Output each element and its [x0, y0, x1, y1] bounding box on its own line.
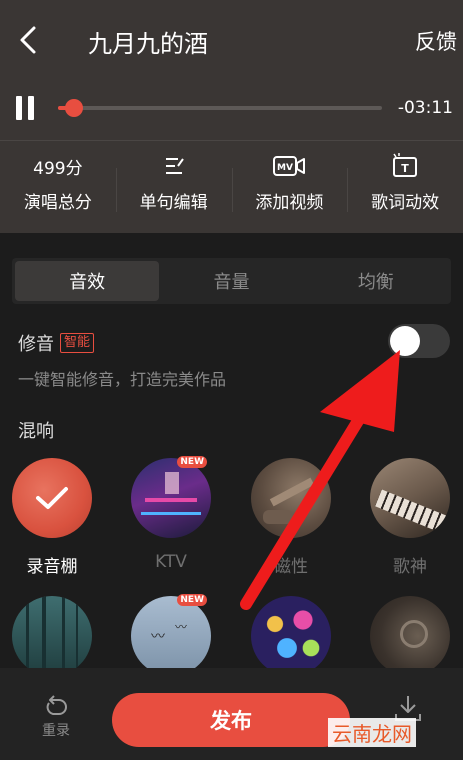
- progress-knob[interactable]: [65, 99, 84, 117]
- reverb-vinyl[interactable]: [370, 596, 450, 676]
- reverb-section-title: 混响: [18, 421, 54, 442]
- pitch-correction-row: 修音 智能: [18, 330, 95, 356]
- tool-score[interactable]: 499分 演唱总分: [0, 150, 116, 230]
- reverb-birds[interactable]: NEW 〰 〰: [131, 594, 211, 676]
- divider: [0, 140, 463, 141]
- mv-camera-icon: MV: [273, 156, 306, 176]
- watermark: 云南龙网: [328, 718, 416, 747]
- reverb-ktv[interactable]: NEW KTV: [131, 456, 211, 572]
- publish-button[interactable]: 发布: [112, 693, 350, 747]
- pitch-correction-label: 修音: [18, 334, 54, 355]
- reverb-magnetic[interactable]: 磁性: [251, 458, 331, 577]
- svg-text:T: T: [401, 162, 409, 175]
- new-badge: NEW: [177, 594, 207, 606]
- pitch-correction-description: 一键智能修音，打造完美作品: [18, 370, 227, 389]
- reverb-name: 录音棚: [26, 557, 78, 577]
- reverb-forest[interactable]: [12, 596, 92, 676]
- reverb-song-god[interactable]: 歌神: [370, 458, 450, 577]
- playback-bar: -03:11: [0, 88, 463, 128]
- song-title: 九月九的酒: [88, 30, 208, 58]
- reverb-name: 歌神: [393, 557, 427, 577]
- svg-text:MV: MV: [277, 163, 293, 173]
- reverb-thumbnail: [12, 458, 92, 538]
- reverb-thumbnail: 〰 〰: [131, 596, 211, 676]
- time-remaining: -03:11: [397, 98, 453, 118]
- reverb-bokeh[interactable]: [251, 596, 331, 676]
- reverb-thumbnail: [251, 458, 331, 538]
- tool-lyrics-effect-label: 歌词动效: [371, 193, 440, 213]
- tool-add-video[interactable]: MV 添加视频: [231, 150, 348, 230]
- reverb-thumbnail: [131, 458, 211, 538]
- tool-line-edit[interactable]: 单句编辑: [115, 150, 232, 230]
- new-badge: NEW: [177, 456, 207, 468]
- tab-volume[interactable]: 音量: [159, 261, 303, 301]
- check-icon: [36, 487, 68, 509]
- tool-line-edit-label: 单句编辑: [139, 193, 208, 213]
- reverb-thumbnail: [12, 596, 92, 676]
- tool-row: 499分 演唱总分 单句编辑 MV 添加视频 T 歌词动效: [0, 150, 463, 230]
- tab-sound-effect[interactable]: 音效: [15, 261, 160, 301]
- redo-icon: [46, 695, 67, 715]
- tool-lyrics-effect[interactable]: T 歌词动效: [347, 150, 463, 230]
- reverb-thumbnail: [370, 596, 450, 676]
- smart-badge: 智能: [60, 333, 95, 353]
- toggle-knob: [390, 326, 420, 356]
- feedback-button[interactable]: 反馈: [415, 26, 457, 56]
- reverb-thumbnail: [370, 458, 450, 538]
- score-value: 499分: [33, 158, 83, 179]
- reverb-studio[interactable]: 录音棚: [12, 458, 92, 577]
- progress-track[interactable]: [58, 99, 382, 117]
- pause-icon[interactable]: [14, 96, 38, 122]
- effect-tabs: 音效 音量 均衡: [12, 258, 451, 304]
- redo-record-button[interactable]: 重录: [24, 694, 88, 740]
- lyrics-effect-icon: T: [393, 153, 418, 177]
- reverb-name: 磁性: [274, 557, 308, 577]
- tool-score-label: 演唱总分: [23, 193, 92, 213]
- edit-lines-icon: [165, 158, 184, 174]
- tool-add-video-label: 添加视频: [255, 193, 324, 213]
- redo-label: 重录: [42, 723, 70, 739]
- header: 九月九的酒 反馈: [0, 0, 463, 80]
- back-chevron-icon[interactable]: [14, 22, 44, 58]
- reverb-name: KTV: [155, 552, 187, 572]
- tab-equalizer[interactable]: 均衡: [304, 261, 448, 301]
- pitch-correction-toggle[interactable]: [388, 324, 450, 358]
- reverb-thumbnail: [251, 596, 331, 676]
